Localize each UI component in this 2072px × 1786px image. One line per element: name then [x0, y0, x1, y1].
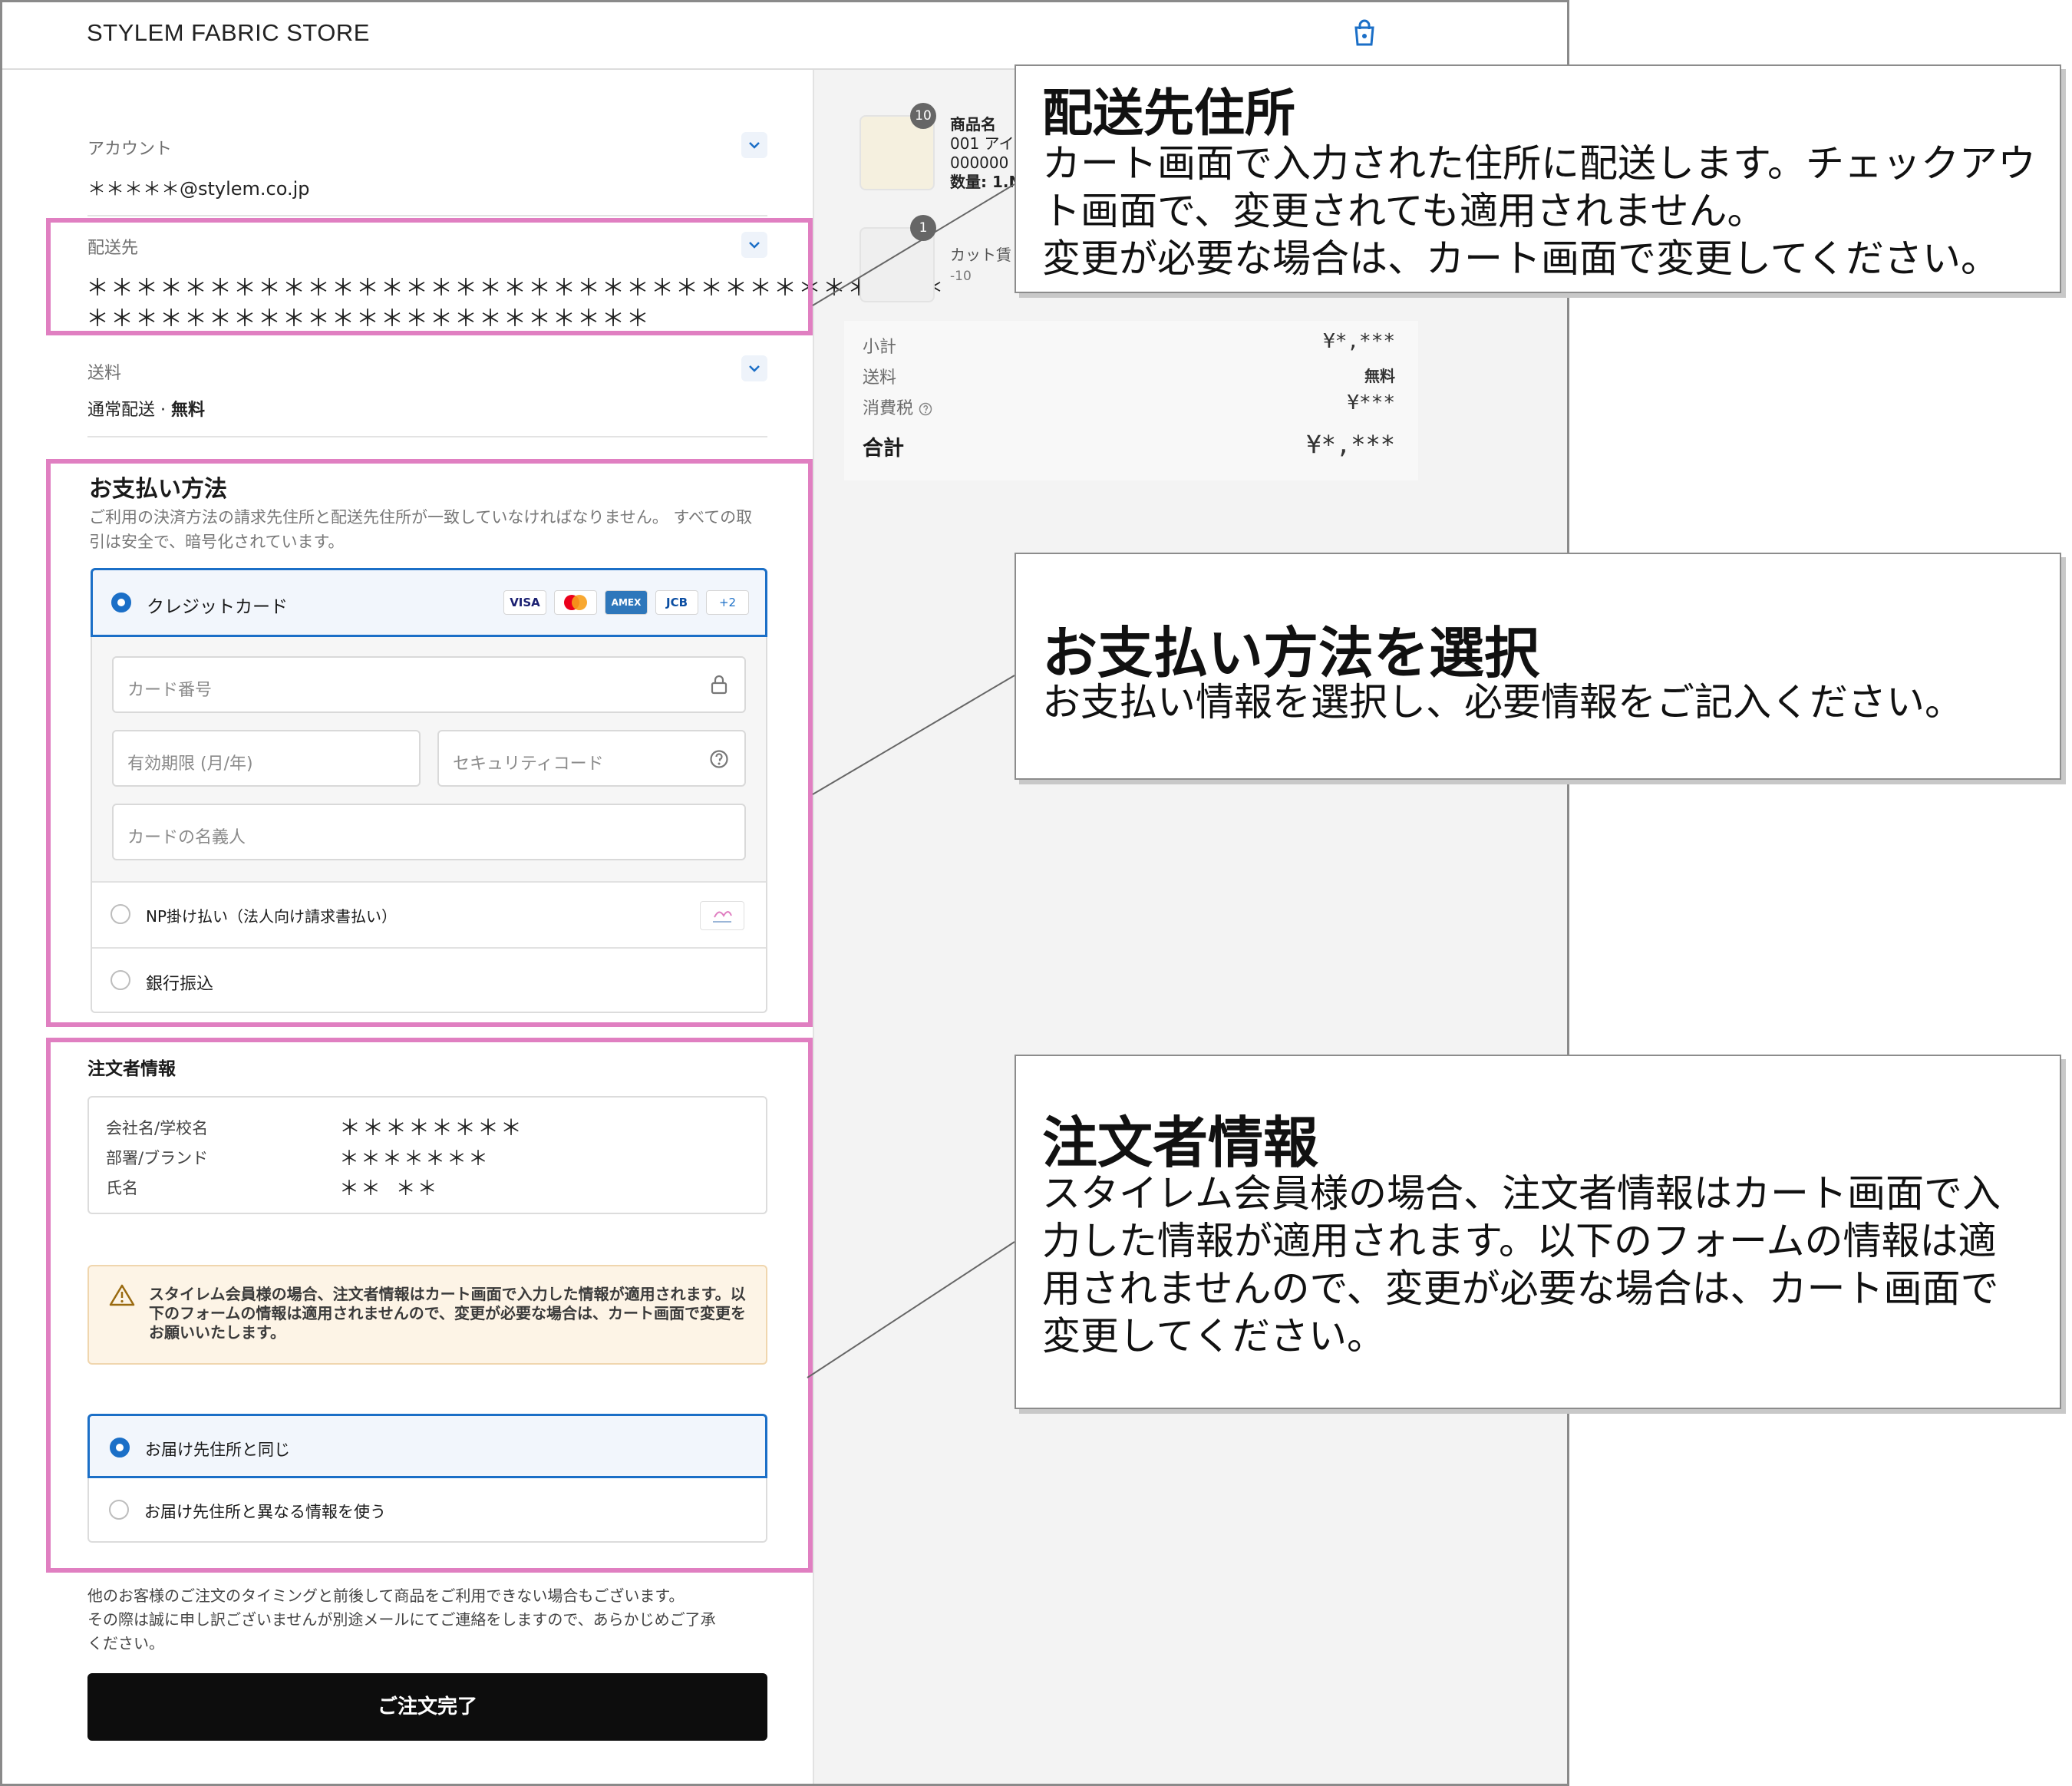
callout-line: ト画面で、変更されても適用されません。	[1042, 189, 1766, 233]
callout-line: スタイレム会員様の場合、注文者情報はカート画面で入	[1042, 1171, 2001, 1216]
callout-line: 変更が必要な場合は、カート画面で変更してください。	[1042, 236, 1999, 281]
address-callout-title: 配送先住所	[1042, 84, 1295, 143]
orderer-callout-title: 注文者情報	[1042, 1111, 1319, 1175]
callout-line: 力した情報が適用されます。以下のフォームの情報は適	[1042, 1219, 1997, 1263]
callout-line: 変更してください。	[1042, 1314, 1385, 1358]
address-callout-body: カート画面で入力された住所に配送します。チェックアウ ト画面で、変更されても適用…	[1042, 140, 2036, 282]
callout-line: カート画面で入力された住所に配送します。チェックアウ	[1042, 141, 2036, 186]
address-callout: 配送先住所 カート画面で入力された住所に配送します。チェックアウ ト画面で、変更…	[1015, 64, 2061, 293]
orderer-callout: 注文者情報 スタイレム会員様の場合、注文者情報はカート画面で入 力した情報が適用…	[1015, 1055, 2061, 1409]
payment-callout-body: お支払い情報を選択し、必要情報をご記入ください。	[1042, 680, 1963, 725]
payment-callout: お支払い方法を選択 お支払い情報を選択し、必要情報をご記入ください。	[1015, 553, 2061, 780]
callout-line: 用されませんので、変更が必要な場合は、カート画面で	[1042, 1266, 1999, 1311]
payment-callout-title: お支払い方法を選択	[1042, 621, 1540, 685]
orderer-callout-body: スタイレム会員様の場合、注文者情報はカート画面で入 力した情報が適用されます。以…	[1042, 1170, 2001, 1360]
